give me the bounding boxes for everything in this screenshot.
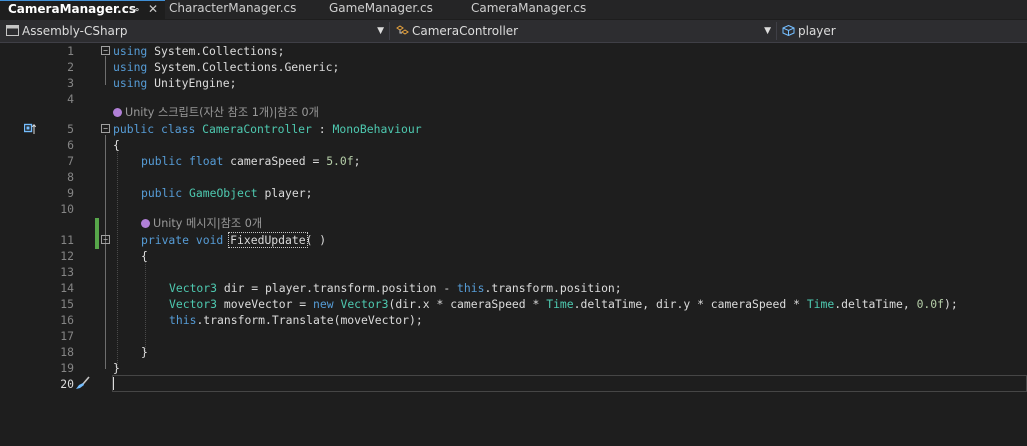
code-line: 3 using UnityEngine; xyxy=(0,75,1027,91)
code-line: 16 this.transform.Translate(moveVector); xyxy=(0,312,1027,328)
code-text: this.transform.Translate(moveVector); xyxy=(169,313,423,327)
code-line: 10 xyxy=(0,201,1027,217)
unity-icon xyxy=(141,218,150,228)
codelens-line: Unity 스크립트(자산 참조 1개)|참조 0개 xyxy=(0,105,1027,121)
codelens-line: Unity 메시지|참조 0개 xyxy=(0,216,1027,232)
code-text: using System.Collections.Generic; xyxy=(113,60,340,74)
tab-cameramanager-2[interactable]: CameraManager.cs xyxy=(463,0,623,19)
collapse-icon[interactable]: − xyxy=(101,46,110,55)
codelens-text: Unity 메시지|참조 0개 xyxy=(153,217,263,230)
collapse-icon[interactable]: − xyxy=(101,124,110,133)
code-line: 9 public GameObject player; xyxy=(0,185,1027,201)
code-editor[interactable]: 1 − using System.Collections; 2 using Sy… xyxy=(0,43,1027,446)
type-dropdown-value: CameraController xyxy=(412,24,519,38)
tab-label: GameManager.cs xyxy=(329,1,433,15)
code-text: private void FixedUpdate( ) xyxy=(141,232,327,248)
tab-gamemanager[interactable]: GameManager.cs xyxy=(321,0,463,19)
code-line: 8 xyxy=(0,169,1027,185)
unity-icon xyxy=(113,107,122,117)
line-number: 1 xyxy=(67,44,74,58)
chevron-down-icon: ▼ xyxy=(377,26,384,36)
chevron-down-icon: ▼ xyxy=(764,26,771,36)
code-line: 20 xyxy=(0,376,1027,392)
line-number: 19 xyxy=(60,361,74,375)
navigation-bar: Assembly-CSharp ▼ CameraController ▼ pla… xyxy=(0,20,1027,43)
line-number: 10 xyxy=(60,202,74,216)
code-line: 17 xyxy=(0,328,1027,344)
line-number: 13 xyxy=(60,265,74,279)
project-dropdown-value: Assembly-CSharp xyxy=(22,24,128,38)
code-line: 12 { xyxy=(0,248,1027,264)
line-number: 6 xyxy=(67,138,74,152)
code-text: Vector3 moveVector = new Vector3(dir.x *… xyxy=(169,297,958,311)
line-number: 5 xyxy=(67,122,74,136)
fixedupdate-symbol[interactable]: FixedUpdate xyxy=(228,232,308,248)
line-number: 14 xyxy=(60,281,74,295)
tab-charactermanager[interactable]: CharacterManager.cs xyxy=(161,0,321,19)
line-number: 20 xyxy=(60,377,74,391)
code-line: 13 xyxy=(0,264,1027,280)
member-dropdown-value: player xyxy=(798,24,836,38)
code-line: 2 using System.Collections.Generic; xyxy=(0,59,1027,75)
code-text: { xyxy=(141,249,148,263)
code-text: public class CameraController : MonoBeha… xyxy=(113,122,422,136)
code-line: 7 public float cameraSpeed = 5.0f; xyxy=(0,153,1027,169)
close-icon[interactable]: ✕ xyxy=(148,1,158,18)
pin-icon[interactable]: ⊸ xyxy=(130,1,139,18)
tab-label: CameraManager.cs xyxy=(8,2,136,16)
code-text: public float cameraSpeed = 5.0f; xyxy=(141,154,361,168)
tab-cameramanager-active[interactable]: CameraManager.cs ⊸ ✕ xyxy=(0,0,165,19)
code-line: 14 Vector3 dir = player.transform.positi… xyxy=(0,280,1027,296)
code-text: public GameObject player; xyxy=(141,186,313,200)
code-line: 19 } xyxy=(0,360,1027,376)
code-text: Vector3 dir = player.transform.position … xyxy=(169,281,622,295)
tab-bar: CameraManager.cs ⊸ ✕ CharacterManager.cs… xyxy=(0,0,1027,19)
project-icon xyxy=(6,25,19,36)
code-line: 15 Vector3 moveVector = new Vector3(dir.… xyxy=(0,296,1027,312)
code-line: 6 { xyxy=(0,137,1027,153)
code-text: using UnityEngine; xyxy=(113,76,237,90)
line-number: 11 xyxy=(60,233,74,247)
member-dropdown[interactable]: player xyxy=(776,20,1027,42)
tab-label: CameraManager.cs xyxy=(471,1,587,15)
codelens-text: Unity 스크립트(자산 참조 1개)|참조 0개 xyxy=(125,106,319,119)
line-number: 12 xyxy=(60,249,74,263)
code-text: using System.Collections; xyxy=(113,44,285,58)
code-line: 11 − private void FixedUpdate( ) xyxy=(0,232,1027,248)
code-text: { xyxy=(113,138,120,152)
line-number: 16 xyxy=(60,313,74,327)
line-number: 3 xyxy=(67,76,74,90)
codelens-hint[interactable]: Unity 메시지|참조 0개 xyxy=(141,216,262,232)
line-number: 9 xyxy=(67,186,74,200)
class-icon xyxy=(396,25,409,35)
code-text: } xyxy=(113,361,120,375)
line-number: 2 xyxy=(67,60,74,74)
line-number: 7 xyxy=(67,154,74,168)
collapse-icon[interactable]: − xyxy=(101,235,110,244)
project-dropdown[interactable]: Assembly-CSharp ▼ xyxy=(0,20,388,42)
code-line: 5 − public class CameraController : Mono… xyxy=(0,121,1027,137)
line-number: 17 xyxy=(60,329,74,343)
code-line: 1 − using System.Collections; xyxy=(0,43,1027,59)
code-text: } xyxy=(141,345,148,359)
line-number: 15 xyxy=(60,297,74,311)
field-icon xyxy=(782,25,795,36)
line-number: 18 xyxy=(60,345,74,359)
code-line: 18 } xyxy=(0,344,1027,360)
type-dropdown[interactable]: CameraController ▼ xyxy=(390,20,775,42)
codelens-hint[interactable]: Unity 스크립트(자산 참조 1개)|참조 0개 xyxy=(113,105,319,121)
line-number: 8 xyxy=(67,170,74,184)
tab-label: CharacterManager.cs xyxy=(169,1,297,15)
